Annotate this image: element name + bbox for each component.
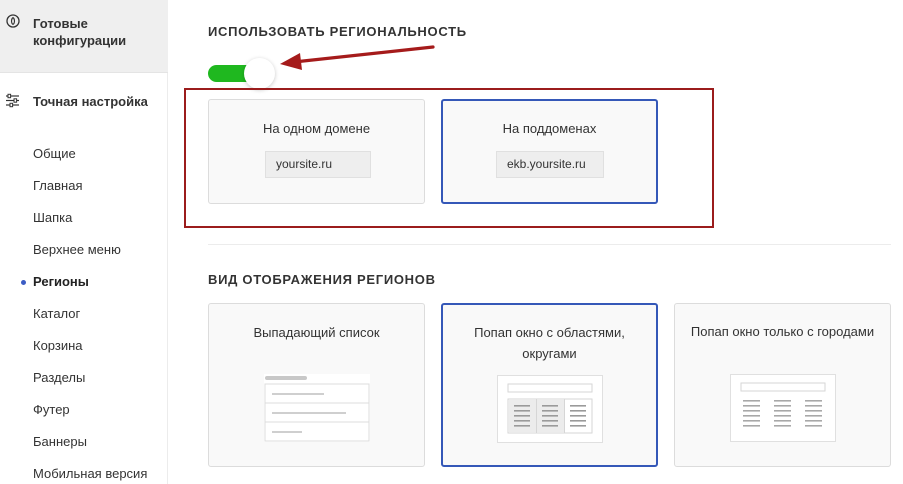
sidebar-item-cart[interactable]: Корзина: [33, 338, 83, 354]
option-single-domain-label: На одном домене: [262, 121, 371, 136]
sidebar-ready-configs[interactable]: Готовые конфигурации: [0, 0, 168, 73]
regionality-title: ИСПОЛЬЗОВАТЬ РЕГИОНАЛЬНОСТЬ: [208, 24, 467, 39]
option-popup-cities-label: Попап окно только с городами: [690, 324, 875, 339]
sidebar-ready-configs-label: Готовые конфигурации: [33, 16, 127, 48]
toggle-knob: [244, 58, 275, 89]
sidebar-item-catalog[interactable]: Каталог: [33, 306, 80, 322]
dropdown-list-preview-icon: [264, 374, 370, 442]
sidebar-item-header[interactable]: Шапка: [33, 210, 72, 226]
popup-regions-preview-icon: [497, 375, 603, 443]
sidebar-item-sections[interactable]: Разделы: [33, 370, 85, 386]
popup-cities-preview-icon: [730, 374, 836, 442]
option-single-domain[interactable]: На одном домене yoursite.ru: [208, 99, 425, 204]
single-domain-example: yoursite.ru: [265, 151, 371, 178]
sidebar-fine-tune-label: Точная настройка: [33, 94, 148, 109]
option-popup-regions-label: Попап окно с областями, округами: [474, 325, 625, 361]
option-subdomains-label: На поддоменах: [502, 121, 597, 136]
sidebar-item-top-menu[interactable]: Верхнее меню: [33, 242, 121, 258]
active-item-dot: [21, 280, 26, 285]
sidebar-item-mobile[interactable]: Мобильная версия: [33, 466, 147, 482]
config-circle-icon: [6, 14, 20, 28]
sidebar-item-regions[interactable]: Регионы: [33, 274, 89, 290]
sidebar-item-banners[interactable]: Баннеры: [33, 434, 87, 450]
section-divider: [208, 244, 891, 245]
sidebar-item-footer[interactable]: Футер: [33, 402, 70, 418]
regionality-toggle[interactable]: [208, 58, 275, 90]
display-title: ВИД ОТОБРАЖЕНИЯ РЕГИОНОВ: [208, 272, 436, 287]
sidebar: Готовые конфигурации Точная настройка Об…: [0, 0, 168, 484]
annotation-arrow-icon: [280, 45, 435, 70]
sidebar-item-main[interactable]: Главная: [33, 178, 82, 194]
option-subdomains[interactable]: На поддоменах ekb.yoursite.ru: [441, 99, 658, 204]
sidebar-item-general[interactable]: Общие: [33, 146, 76, 162]
option-popup-cities[interactable]: Попап окно только с городами: [674, 303, 891, 467]
option-dropdown-list[interactable]: Выпадающий список: [208, 303, 425, 467]
option-popup-regions[interactable]: Попап окно с областями, округами: [441, 303, 658, 467]
option-dropdown-list-label: Выпадающий список: [253, 325, 380, 340]
sliders-icon: [6, 93, 19, 108]
subdomains-example: ekb.yoursite.ru: [496, 151, 604, 178]
